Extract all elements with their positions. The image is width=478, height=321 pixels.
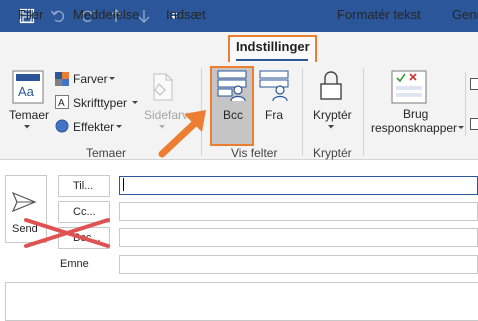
svg-text:Aa: Aa	[18, 84, 35, 99]
text-caret	[123, 178, 124, 191]
fonts-dropdown-icon[interactable]	[132, 101, 138, 105]
encrypt-dropdown-icon[interactable]	[327, 124, 335, 130]
tab-active-underline	[236, 59, 308, 61]
lock-icon[interactable]	[318, 70, 344, 102]
encrypt-button-label[interactable]: Kryptér	[313, 108, 352, 122]
bcc-field[interactable]	[119, 228, 478, 247]
annotation-arrow-icon	[154, 106, 210, 160]
subject-label: Emne	[60, 258, 89, 270]
svg-text:A: A	[58, 98, 65, 109]
colors-dropdown-icon[interactable]	[109, 77, 115, 81]
effects-label[interactable]: Effekter	[73, 120, 114, 134]
effects-dropdown-icon[interactable]	[116, 125, 122, 129]
tab-indstillinger[interactable]: Indstillinger	[236, 32, 310, 62]
group-label-vis-felter: Vis felter	[231, 146, 278, 160]
cc-field[interactable]	[119, 202, 478, 221]
voting-buttons-line1[interactable]: Brug	[403, 107, 428, 121]
group-separator	[363, 68, 364, 156]
group-label-temaer: Temaer	[86, 146, 127, 160]
voting-buttons-line2[interactable]: responsknapper	[371, 121, 457, 135]
tab-meddelelse[interactable]: Meddelelse	[73, 0, 140, 30]
themes-dropdown-icon[interactable]	[23, 124, 31, 130]
tab-indsaet[interactable]: Indsæt	[166, 0, 206, 30]
group-separator	[302, 68, 303, 156]
tab-filer[interactable]: Filer	[18, 0, 43, 30]
fonts-label[interactable]: Skrifttyper	[73, 96, 127, 110]
bcc-label: Bcc	[223, 108, 244, 122]
fonts-icon[interactable]: A	[55, 95, 69, 109]
to-field[interactable]	[119, 176, 478, 195]
colors-icon[interactable]	[55, 72, 69, 86]
tab-genr[interactable]: Genr	[452, 0, 478, 30]
message-body[interactable]	[5, 282, 478, 321]
from-label[interactable]: Fra	[265, 108, 283, 122]
voting-buttons-dropdown-icon[interactable]	[458, 126, 464, 130]
to-button[interactable]: Til...	[58, 175, 110, 197]
effects-icon[interactable]	[55, 119, 69, 133]
from-icon[interactable]	[259, 70, 289, 102]
bcc-icon	[217, 70, 247, 102]
voting-buttons-icon[interactable]	[391, 70, 427, 104]
tab-formater-tekst[interactable]: Formatér tekst	[337, 0, 421, 30]
checkbox-icon[interactable]	[470, 118, 478, 130]
group-label-krypter: Kryptér	[313, 146, 352, 160]
send-icon	[11, 191, 37, 213]
group-separator	[465, 72, 466, 136]
colors-label[interactable]: Farver	[73, 72, 108, 86]
page-color-icon[interactable]	[148, 70, 178, 106]
undo-icon[interactable]	[48, 0, 68, 32]
checkbox-icon[interactable]	[470, 78, 478, 90]
themes-icon[interactable]: Aa	[12, 70, 44, 104]
strike-through-icon	[22, 216, 112, 250]
subject-field[interactable]	[119, 255, 478, 274]
themes-button-label[interactable]: Temaer	[9, 108, 49, 122]
